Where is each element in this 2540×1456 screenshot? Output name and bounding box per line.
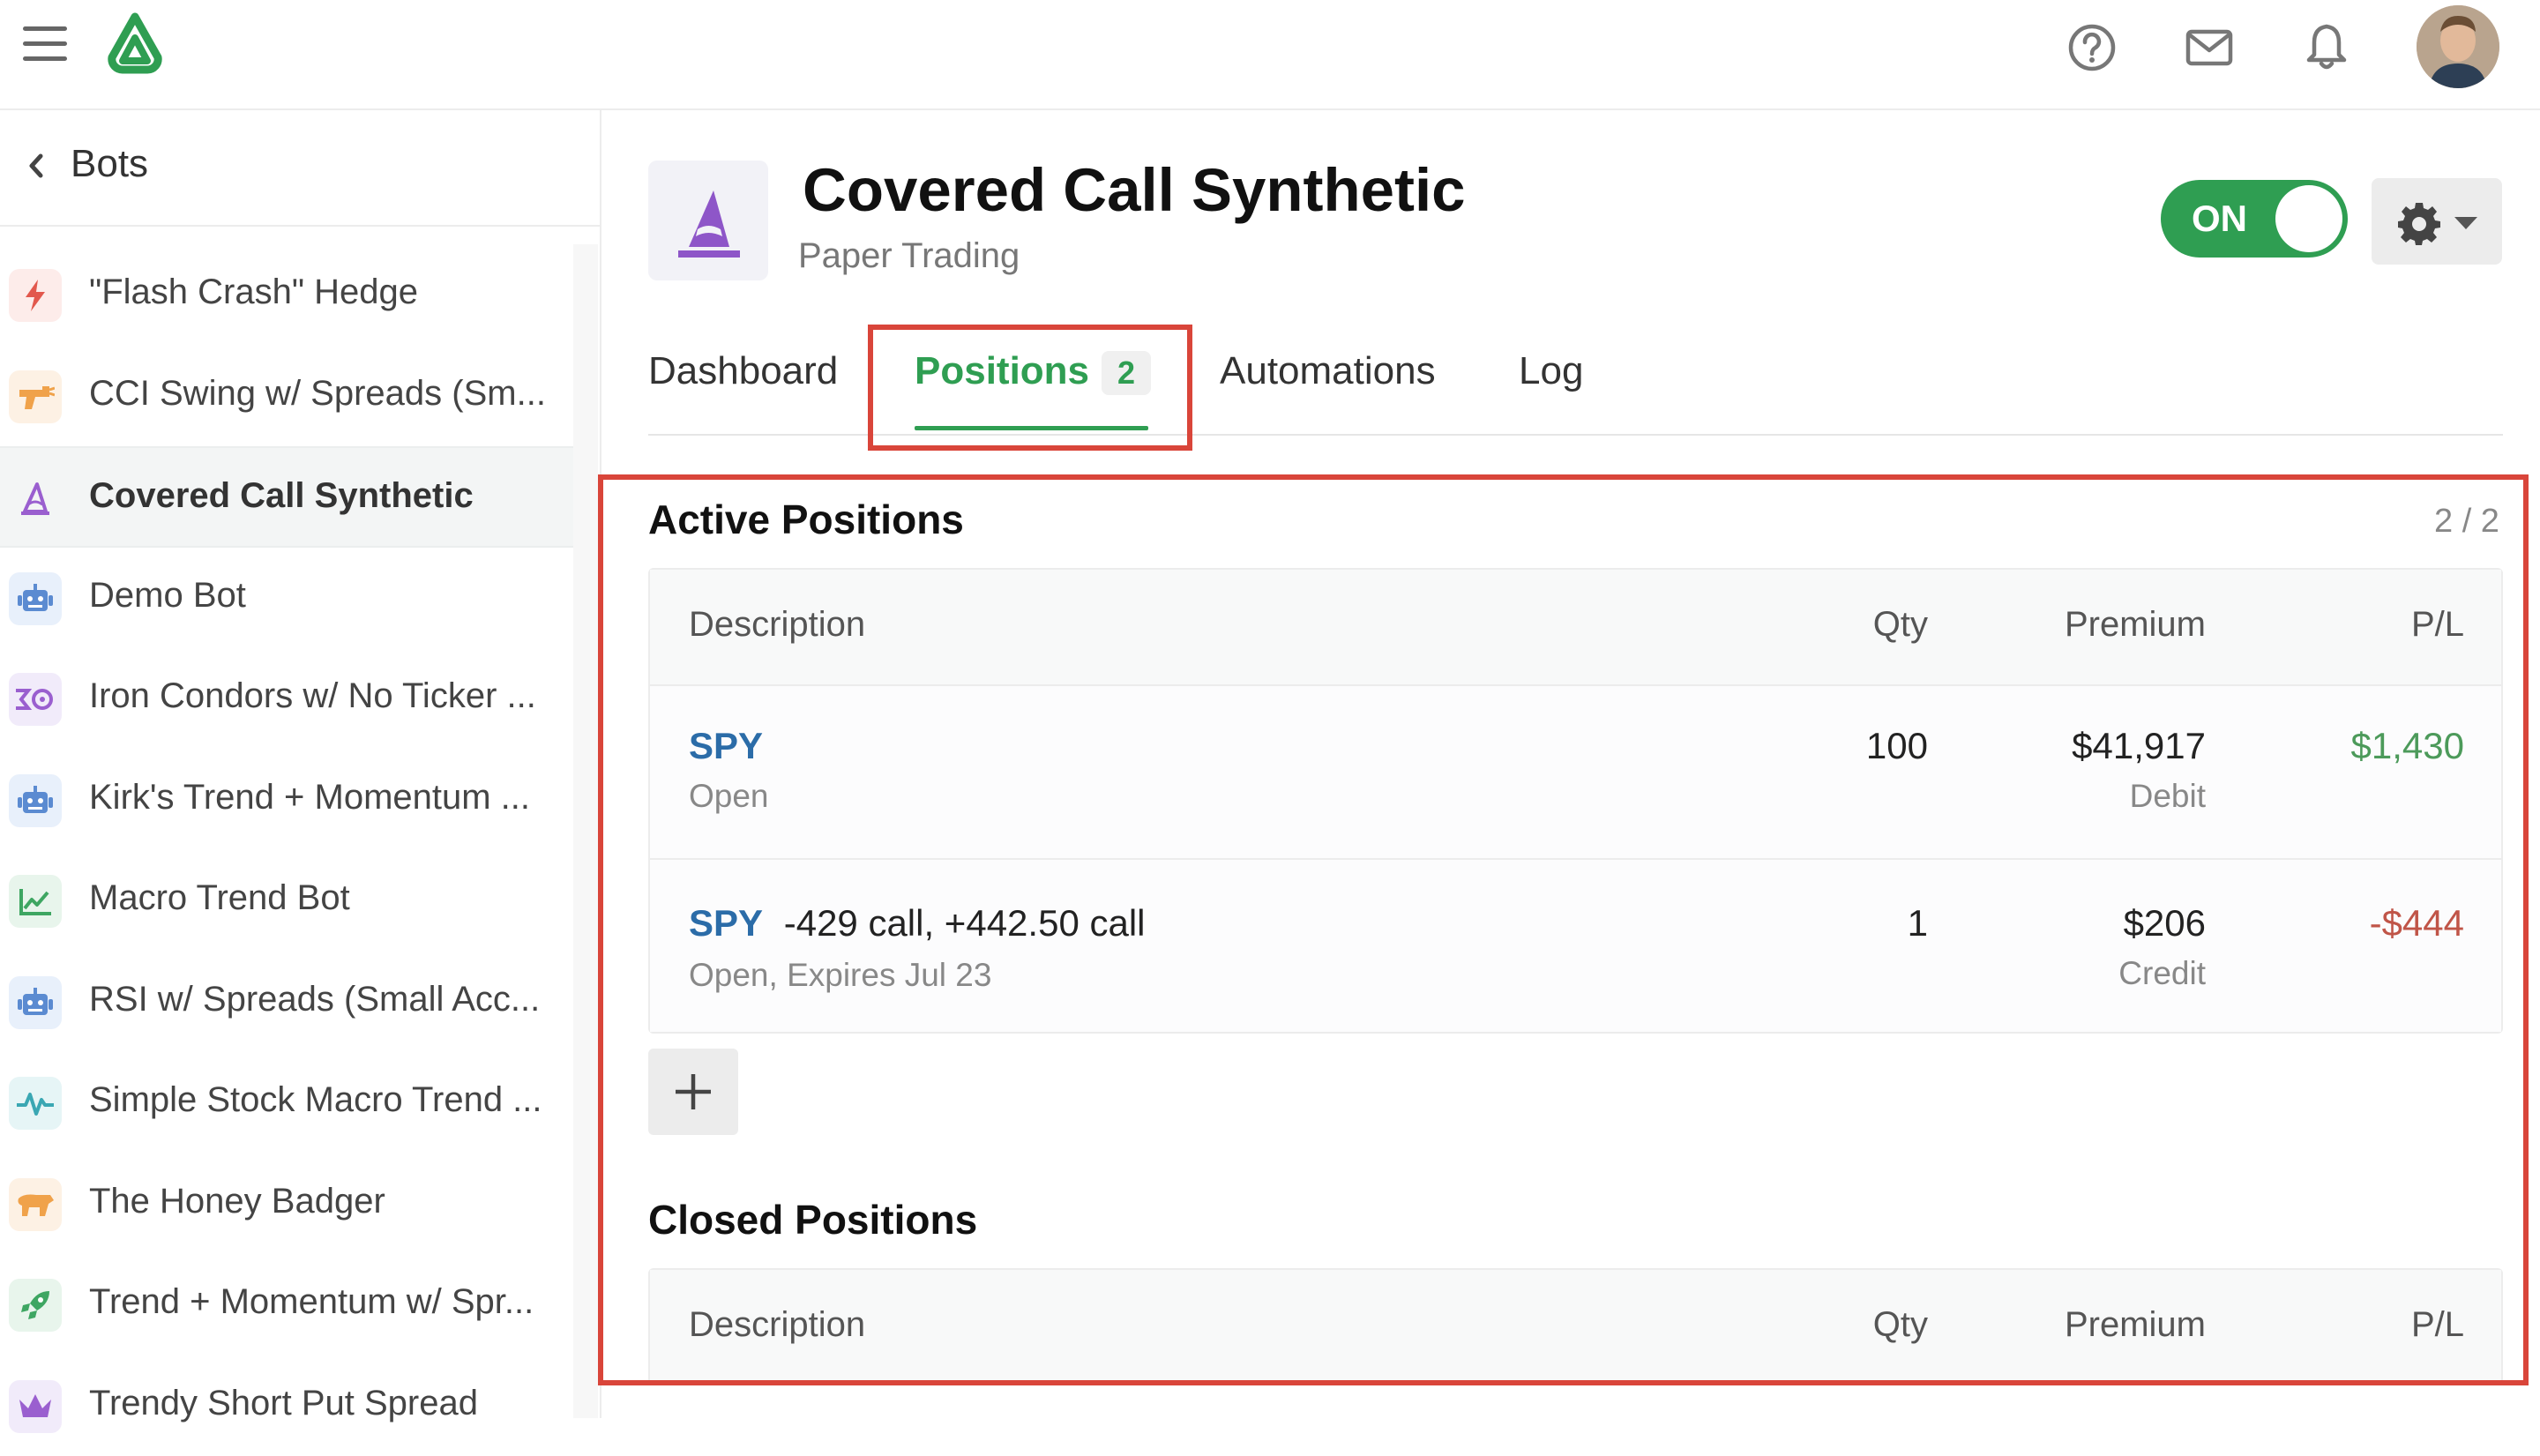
chevron-left-icon: [25, 151, 48, 181]
sidebar-item-macro-trend-bot[interactable]: Macro Trend Bot: [0, 850, 573, 952]
tab-label: Log: [1519, 349, 1583, 392]
sidebar-item-demo-bot[interactable]: Demo Bot: [0, 548, 573, 649]
content-highlight-annotation: [598, 474, 2529, 1385]
toggle-label: ON: [2192, 198, 2247, 240]
gear-icon: [2396, 199, 2442, 245]
sidebar-item-label: Demo Bot: [89, 576, 246, 616]
page-title: Covered Call Synthetic: [803, 155, 1466, 225]
sidebar-item-trend-momentum-spreads[interactable]: Trend + Momentum w/ Spr...: [0, 1254, 573, 1355]
line-chart-icon: [9, 875, 62, 928]
tab-label: Dashboard: [648, 349, 838, 392]
tab-highlight-annotation: [868, 325, 1192, 451]
robot-icon: [9, 976, 62, 1029]
tab-automations[interactable]: Automations: [1220, 349, 1436, 393]
bell-icon[interactable]: [2298, 19, 2355, 76]
sidebar-item-label: Kirk's Trend + Momentum ...: [89, 778, 530, 818]
sidebar-item-label: Trend + Momentum w/ Spr...: [89, 1282, 534, 1322]
logo-icon[interactable]: [100, 11, 170, 75]
settings-button[interactable]: [2372, 178, 2502, 265]
bot-on-off-toggle[interactable]: ON: [2161, 180, 2348, 258]
page-subtitle: Paper Trading: [798, 236, 1020, 276]
sidebar: Bots "Flash Crash" Hedge CCI Swing w/ Sp…: [0, 110, 601, 1418]
menu-icon[interactable]: [23, 26, 67, 65]
badger-icon: [9, 1178, 62, 1231]
tab-dashboard[interactable]: Dashboard: [648, 349, 838, 393]
wizard-hat-icon: [648, 161, 768, 280]
pulse-icon: [9, 1077, 62, 1130]
sidebar-item-label: Simple Stock Macro Trend ...: [89, 1080, 542, 1120]
crown-icon: [9, 1380, 62, 1433]
back-to-bots-link[interactable]: Bots: [0, 110, 600, 227]
sidebar-item-label: Trendy Short Put Spread: [89, 1384, 478, 1423]
sidebar-item-label: CCI Swing w/ Spreads (Sm...: [89, 374, 546, 414]
sidebar-item-kirks-trend-momentum[interactable]: Kirk's Trend + Momentum ...: [0, 750, 573, 851]
lightning-icon: [9, 269, 62, 322]
tab-log[interactable]: Log: [1519, 349, 1583, 393]
sidebar-item-label: Iron Condors w/ No Ticker ...: [89, 676, 536, 716]
sidebar-item-label: The Honey Badger: [89, 1182, 385, 1221]
sidebar-item-cci-swing[interactable]: CCI Swing w/ Spreads (Sm...: [0, 346, 573, 447]
robot-icon: [9, 774, 62, 827]
sidebar-item-label: RSI w/ Spreads (Small Acc...: [89, 980, 540, 1019]
robot-icon: [9, 572, 62, 625]
sidebar-scrollbar[interactable]: [573, 244, 598, 1418]
wizard-hat-icon: [9, 473, 62, 526]
top-bar: [0, 0, 2540, 110]
sidebar-item-iron-condors[interactable]: Iron Condors w/ No Ticker ...: [0, 648, 573, 750]
caret-down-icon: [2453, 215, 2479, 231]
mail-icon[interactable]: [2181, 19, 2237, 76]
avatar[interactable]: [2417, 5, 2499, 88]
sidebar-item-honey-badger[interactable]: The Honey Badger: [0, 1154, 573, 1255]
condor-icon: [9, 673, 62, 726]
bot-list: "Flash Crash" Hedge CCI Swing w/ Spreads…: [0, 244, 573, 1456]
sidebar-item-flash-crash-hedge[interactable]: "Flash Crash" Hedge: [0, 244, 573, 346]
sidebar-item-trendy-short-put-spread[interactable]: Trendy Short Put Spread: [0, 1355, 573, 1456]
sidebar-item-covered-call-synthetic[interactable]: Covered Call Synthetic: [0, 446, 573, 548]
back-label: Bots: [71, 142, 148, 186]
toggle-knob: [2275, 185, 2342, 252]
tab-label: Automations: [1220, 349, 1436, 392]
rocket-icon: [9, 1279, 62, 1332]
sidebar-item-simple-stock-macro-trend[interactable]: Simple Stock Macro Trend ...: [0, 1052, 573, 1154]
sidebar-item-rsi-spreads[interactable]: RSI w/ Spreads (Small Acc...: [0, 952, 573, 1053]
raygun-icon: [9, 370, 62, 423]
bot-avatar: [648, 161, 768, 280]
help-icon[interactable]: [2064, 19, 2120, 76]
sidebar-item-label: Covered Call Synthetic: [89, 476, 474, 516]
sidebar-item-label: "Flash Crash" Hedge: [89, 273, 418, 312]
sidebar-item-label: Macro Trend Bot: [89, 878, 350, 918]
